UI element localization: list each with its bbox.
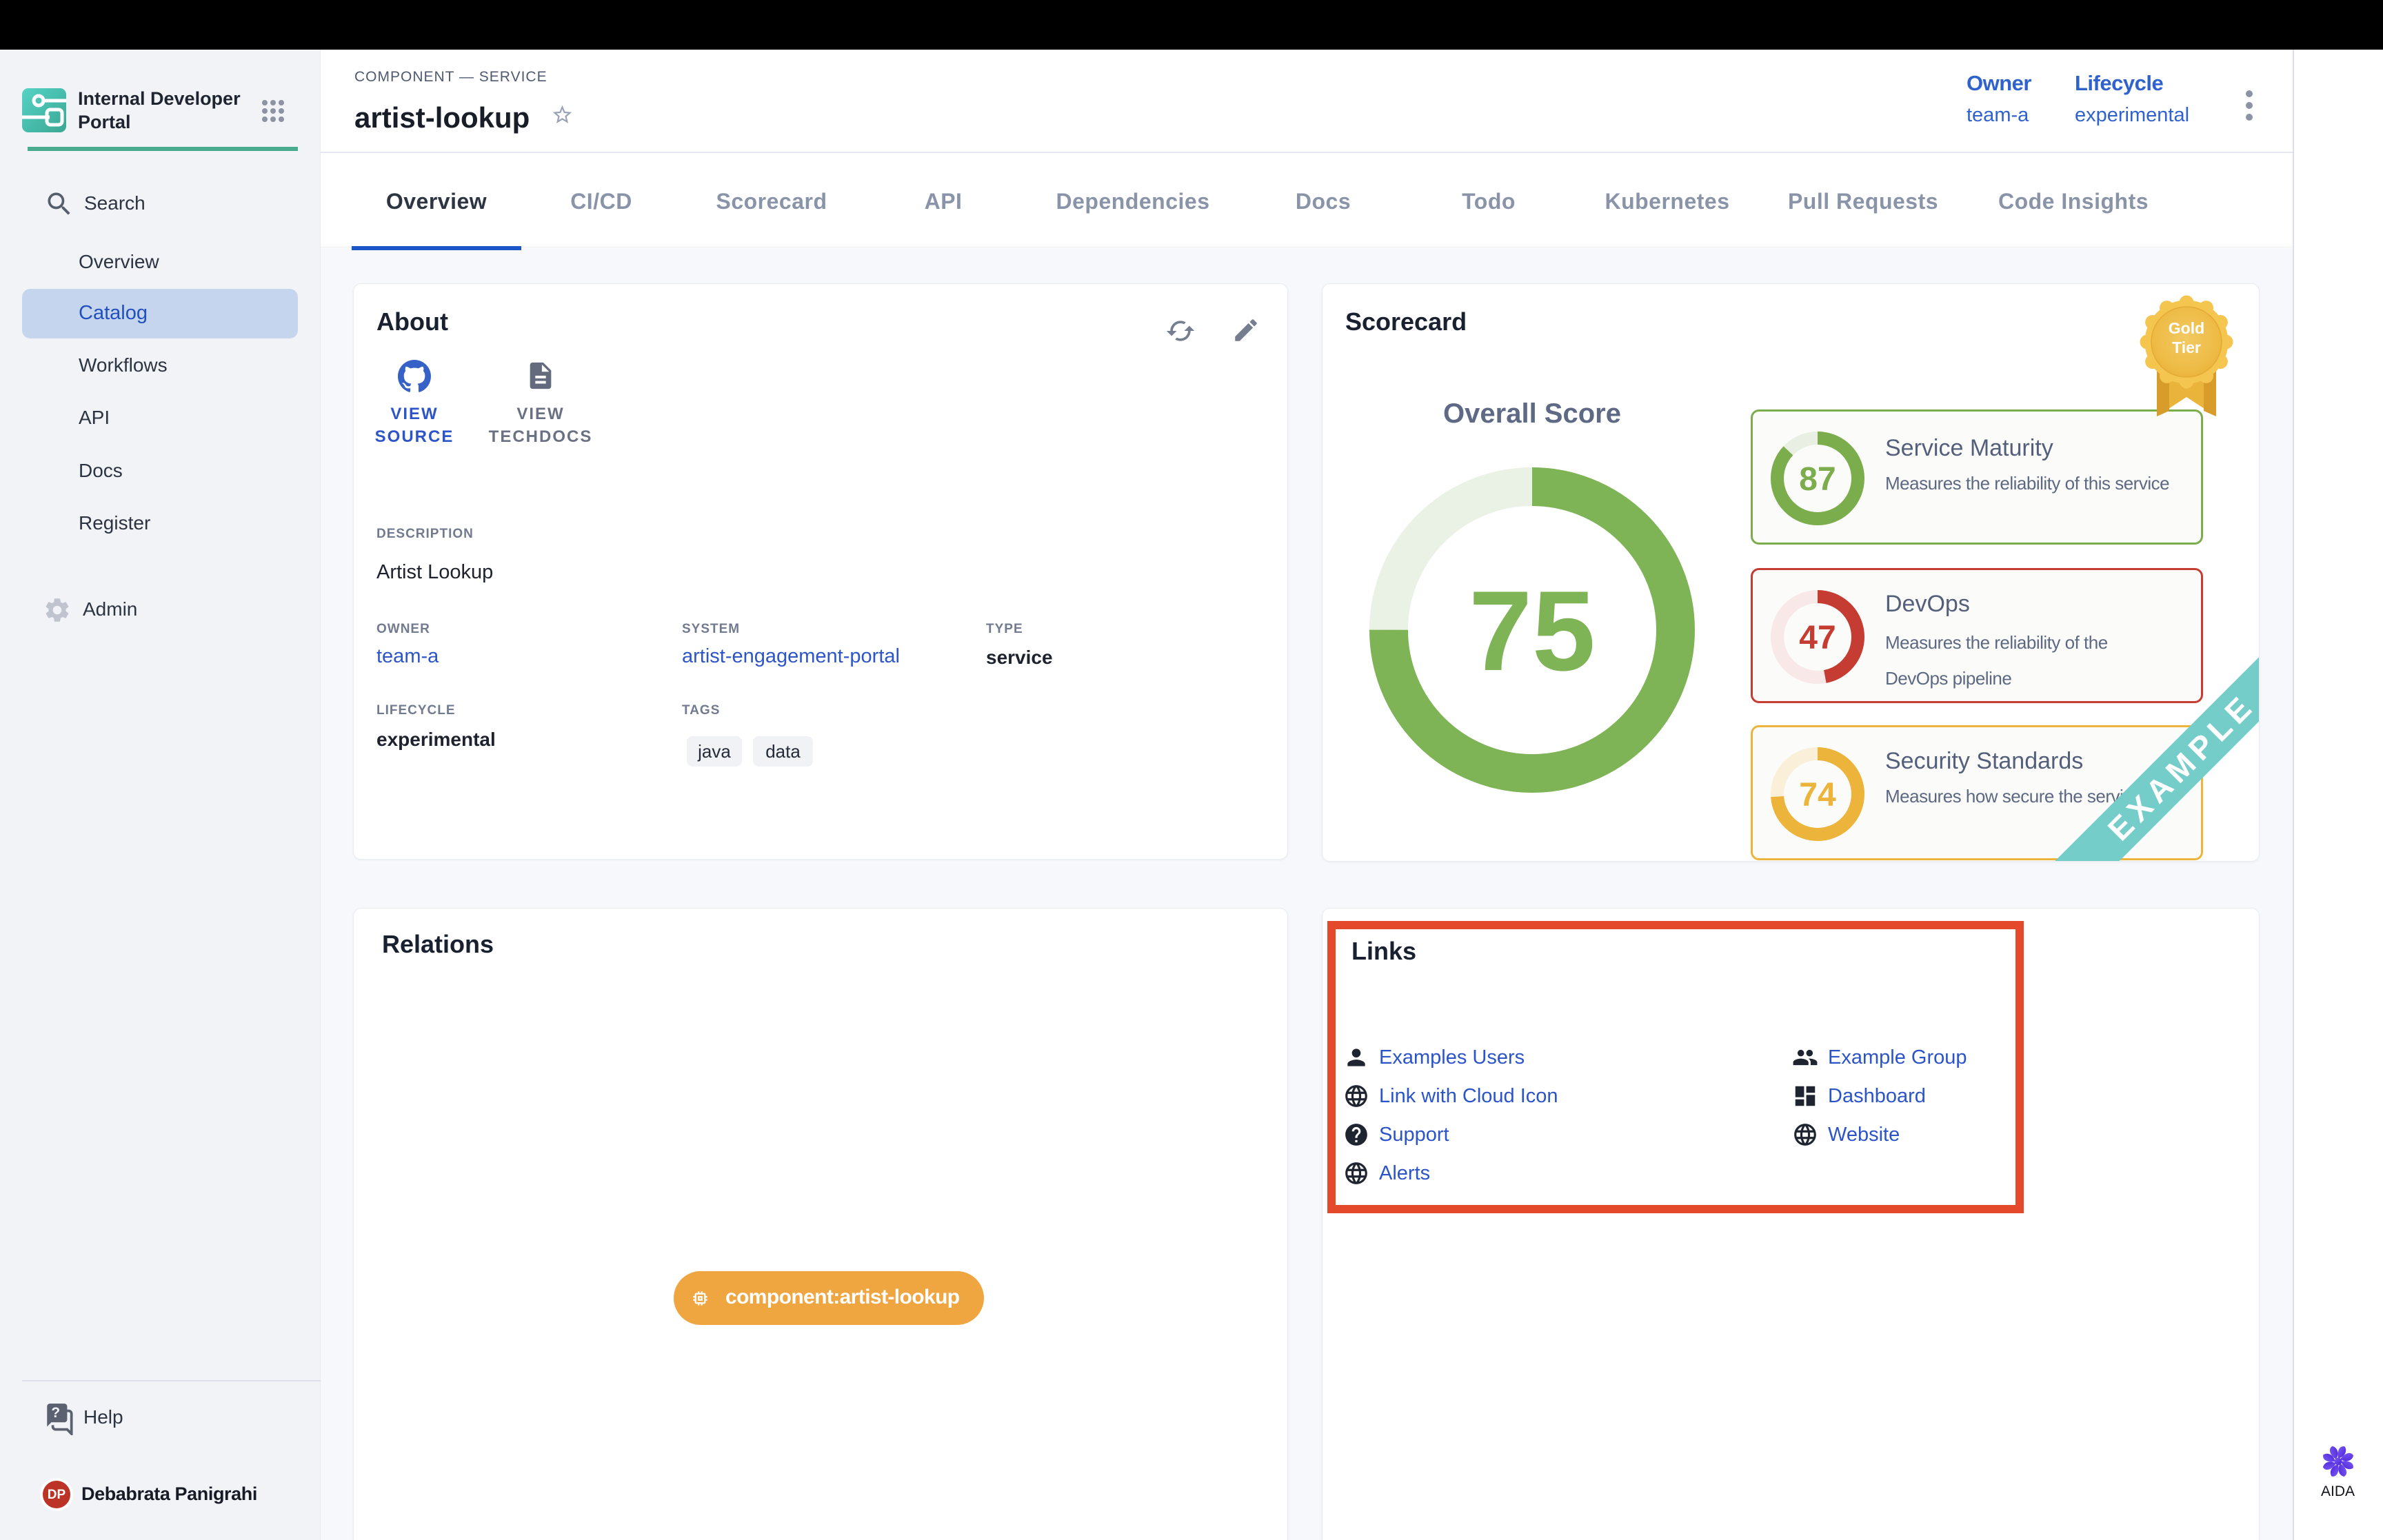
svg-text:47: 47 xyxy=(1799,620,1836,656)
svg-text:?: ? xyxy=(51,1405,60,1421)
svg-text:75: 75 xyxy=(1469,567,1596,694)
svg-text:87: 87 xyxy=(1799,461,1836,498)
svg-text:Tier: Tier xyxy=(2172,338,2201,356)
svg-text:Gold: Gold xyxy=(2169,319,2204,337)
svg-text:74: 74 xyxy=(1799,777,1836,813)
